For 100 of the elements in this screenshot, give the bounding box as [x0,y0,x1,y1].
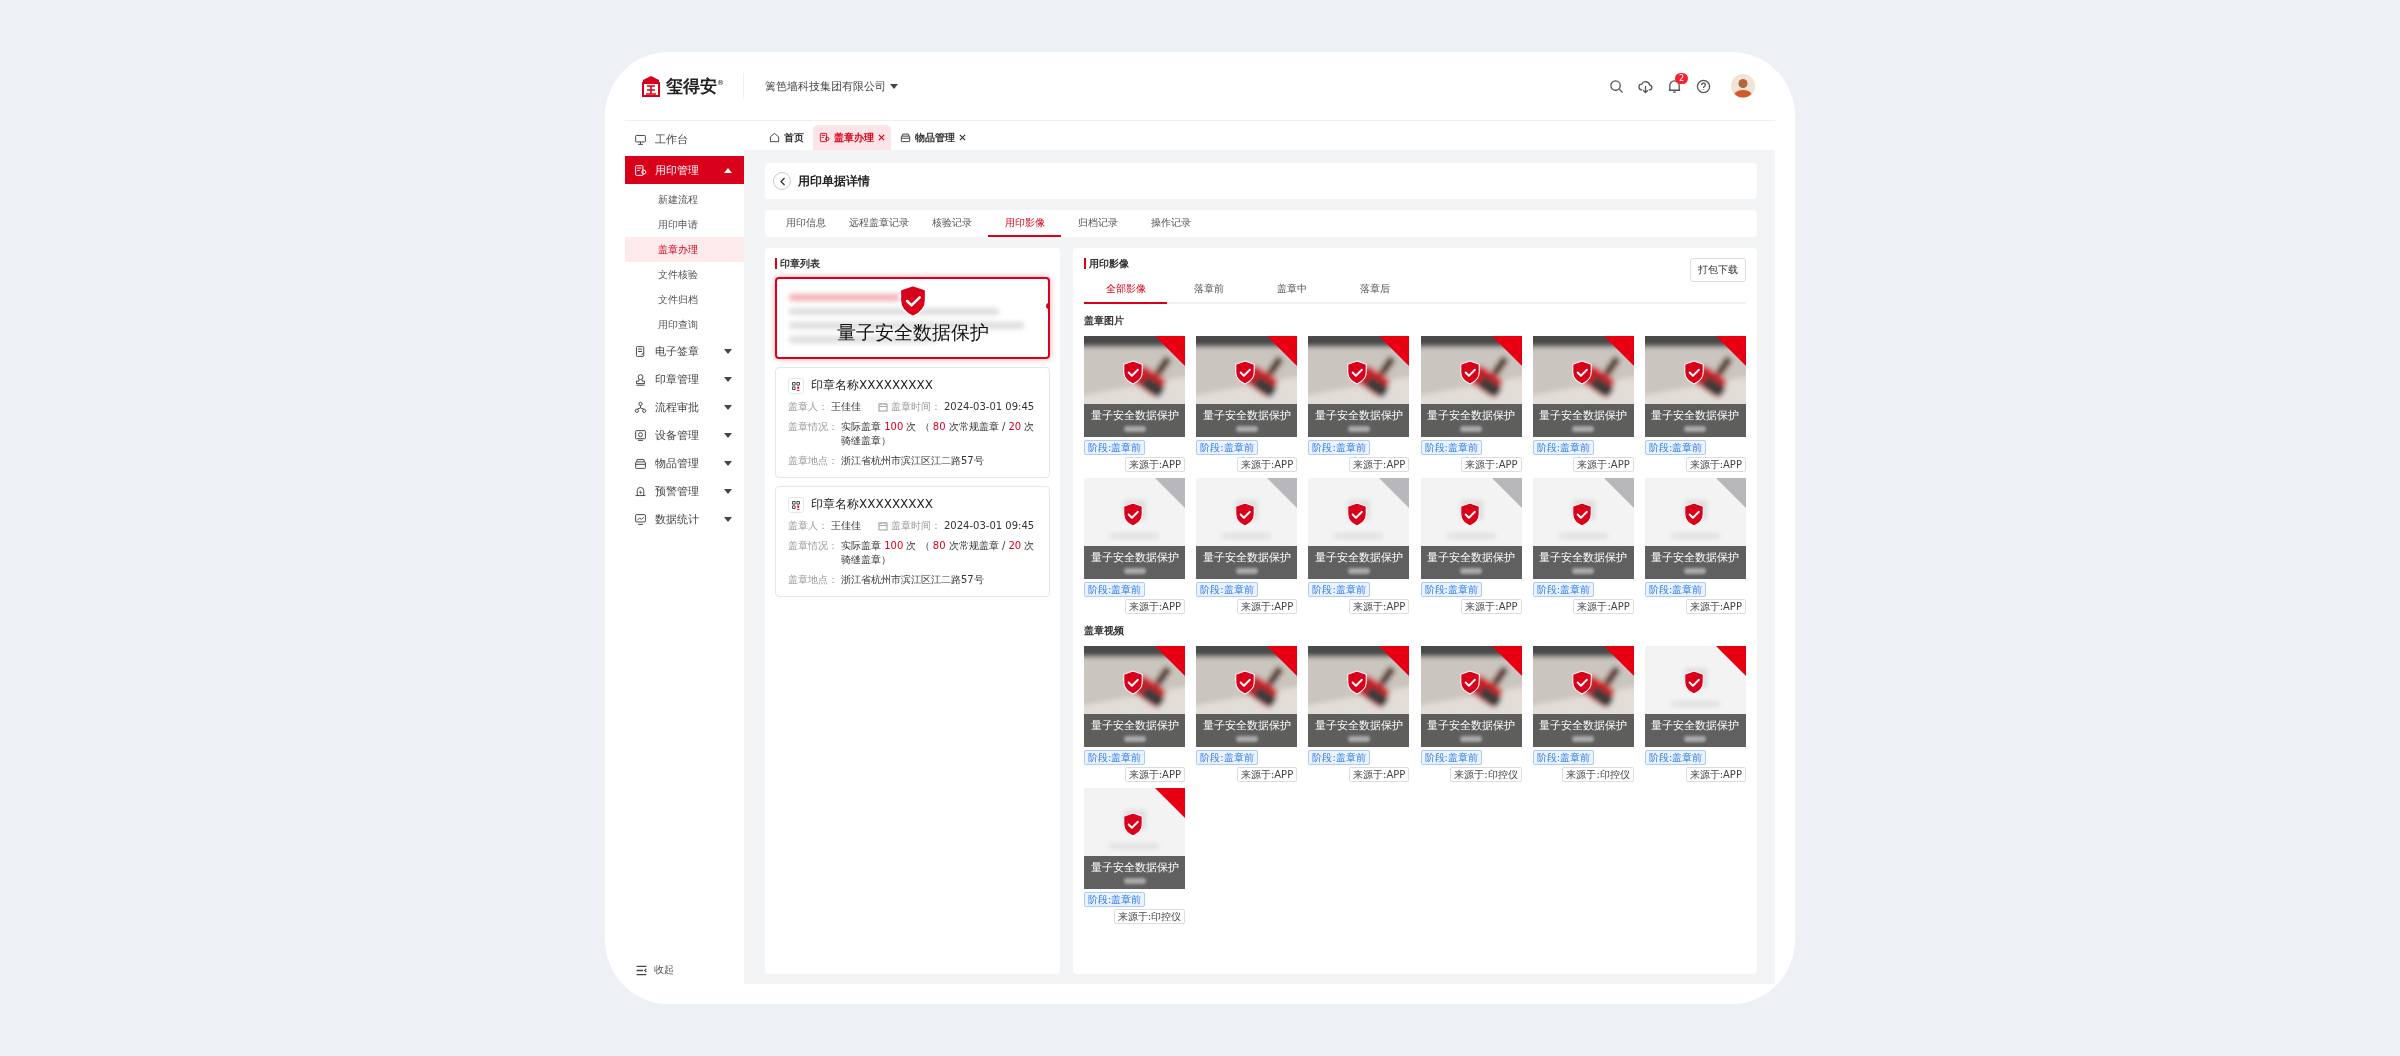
help-icon[interactable] [1696,78,1711,94]
shield-icon [1122,360,1144,385]
blurred-text-drawing [1572,426,1595,432]
sidebar-item[interactable]: 电子签章 [625,337,744,365]
stage-tag: 阶段:盖章前 [1532,582,1595,597]
blurred-text-drawing [1235,426,1258,432]
source-tag: 来源于:APP [1236,457,1298,472]
alarm-icon [634,484,647,498]
overlay-caption: 量子安全数据保护 [1314,718,1403,733]
download-button[interactable]: 打包下载 [1690,258,1746,282]
field-label: 盖章人： [788,400,828,414]
overlay-caption: 量子安全数据保护 [1314,550,1403,565]
overlay-caption: 量子安全数据保护 [1202,718,1291,733]
source-tag: 来源于:APP [1573,457,1634,472]
stage-tag: 阶段:盖章前 [1084,582,1146,597]
blurred-text-drawing [1572,736,1595,742]
image-tab[interactable]: 落章前 [1167,278,1250,304]
detail-tab[interactable]: 用印影像 [988,210,1061,237]
usage-text: 实际盖章 100 次 （ 80 次常规盖章 / 20 次骑缝盖章） [841,420,1036,448]
source-tag: 来源于:APP [1461,457,1522,472]
overlay-caption: 量子安全数据保护 [1314,408,1403,423]
section-title: 用印影像 [1084,258,1129,269]
detail-tab[interactable]: 操作记录 [1134,210,1207,237]
sidebar-item[interactable]: 设备管理 [625,421,744,449]
source-tag: 来源于:APP [1573,599,1634,614]
blurred-text-drawing [1684,426,1707,432]
section-title: 印章列表 [775,258,820,269]
submenu-item[interactable]: 用印查询 [625,312,744,337]
source-tag: 来源于:APP [1685,767,1746,782]
detail-tab[interactable]: 远程盖章记录 [842,210,915,237]
stage-tag: 阶段:盖章前 [1532,440,1595,455]
stage-tag: 阶段:盖章前 [1308,750,1370,765]
sidebar-item[interactable]: 流程审批 [625,393,744,421]
source-tag: 来源于:APP [1349,767,1410,782]
shield-icon [1458,360,1481,385]
submenu-item[interactable]: 新建流程 [625,187,744,212]
page-tab[interactable]: 首页 [763,125,810,150]
sidebar-item[interactable]: 预警管理 [625,477,744,505]
chart-icon [634,512,647,526]
seal-card[interactable]: 量子安全数据保护 [775,277,1050,359]
source-tag: 来源于:印控仪 [1113,909,1185,924]
detail-tab[interactable]: 归档记录 [1061,210,1134,237]
overlay-caption: 量子安全数据保护 [1427,408,1516,423]
shield-icon [1570,360,1593,385]
blurred-text-drawing [1123,426,1146,432]
collapse-button[interactable]: 收起 [625,962,744,978]
sidebar-item[interactable]: 印章管理 [625,365,744,393]
detail-tab[interactable]: 用印信息 [769,210,842,237]
submenu-item[interactable]: 用印申请 [625,212,744,237]
submenu-item[interactable]: 文件归档 [625,287,744,312]
notification-badge: 2 [1675,72,1688,84]
home-icon [769,132,780,143]
field-value: 浙江省杭州市滨江区江二路57号 [841,573,984,587]
source-tag: 来源于:APP [1349,599,1410,614]
stage-tag: 阶段:盖章前 [1084,750,1146,765]
submenu-item[interactable]: 盖章办理 [625,237,744,262]
image-tab[interactable]: 落章后 [1333,278,1416,304]
source-tag: 来源于:APP [1349,457,1410,472]
detail-tab[interactable]: 核验记录 [915,210,988,237]
back-button[interactable] [773,172,791,190]
submenu-item[interactable]: 文件核验 [625,262,744,287]
field-value: 2024-03-01 09:45 [944,519,1035,533]
avatar[interactable] [1731,74,1755,98]
caret-icon [724,348,732,354]
sidebar-item[interactable]: 工作台 [625,125,744,153]
monitor-icon [634,132,647,146]
box-icon [634,456,647,470]
image-tab[interactable]: 全部影像 [1084,278,1167,304]
page-tab[interactable]: 物品管理 [894,125,972,150]
source-tag: 来源于:APP [1236,767,1298,782]
seal-icon [788,377,804,394]
field-label: 盖章情况： [788,539,838,553]
cloud-download-icon[interactable] [1638,78,1653,94]
close-icon[interactable] [959,134,966,141]
source-tag: 来源于:APP [1124,599,1185,614]
seal-card[interactable]: 印章名称XXXXXXXXX 盖章人： 王佳佳 盖章时间： 2024-03-01 09:45 盖章情况： 实际盖章 100 次 （ 80 次常规盖章 / 20 次骑缝盖章） 盖章地点： 浙江省杭州市滨江区江二路57号 [775,486,1050,597]
stage-tag: 阶段:盖章前 [1420,440,1482,455]
field-value: 王佳佳 [831,519,861,533]
stage-tag: 阶段:盖章前 [1308,440,1370,455]
shield-icon [897,284,928,318]
field-label: 盖章地点： [788,573,838,587]
sidebar-item[interactable]: 物品管理 [625,449,744,477]
caret-icon [724,167,732,173]
search-icon[interactable] [1609,78,1624,94]
stage-tag: 阶段:盖章前 [1196,582,1258,597]
caret-icon [890,83,898,89]
sidebar-item[interactable]: 用印管理 [625,156,744,184]
page-tab[interactable]: 盖章办理 [813,125,891,150]
sidebar-item[interactable]: 数据统计 [625,505,744,533]
stage-tag: 阶段:盖章前 [1084,892,1146,907]
seal-name: 印章名称XXXXXXXXX [811,377,933,394]
image-tab[interactable]: 盖章中 [1250,278,1333,304]
blurred-text-drawing [1235,736,1258,742]
blurred-text-drawing [1123,736,1146,742]
source-tag: 来源于:APP [1461,599,1522,614]
stage-tag: 阶段:盖章前 [1644,582,1707,597]
field-value: 2024-03-01 09:45 [944,400,1035,414]
seal-card[interactable]: 印章名称XXXXXXXXX 盖章人： 王佳佳 盖章时间： 2024-03-01 09:45 盖章情况： 实际盖章 100 次 （ 80 次常规盖章 / 20 次骑缝盖章） 盖章地点： 浙江省杭州市滨江区江二路57号 [775,367,1050,478]
company-selector[interactable]: 篱笆墙科技集团有限公司 [765,78,898,94]
box-icon [900,132,911,143]
